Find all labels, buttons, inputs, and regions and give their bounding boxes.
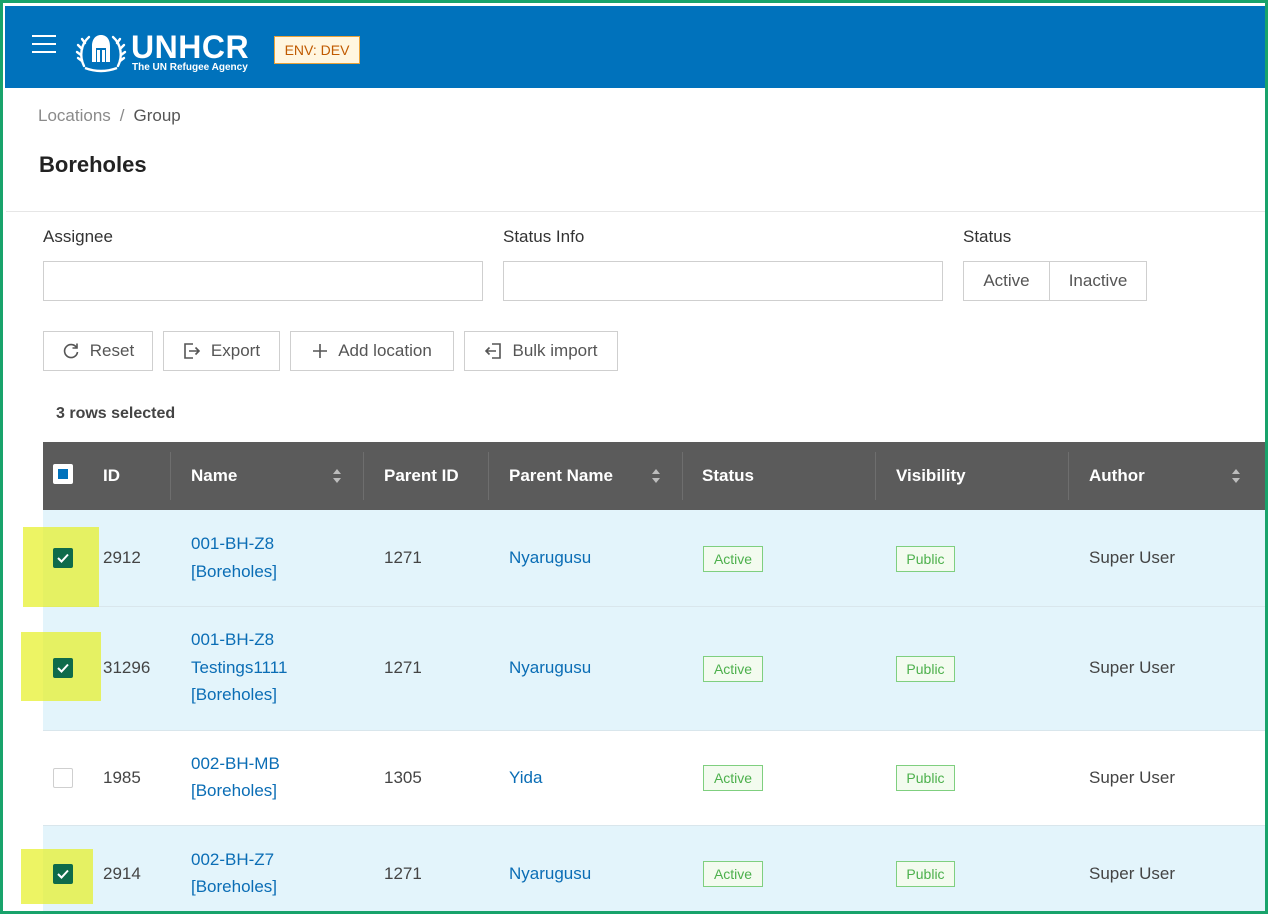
column-divider bbox=[875, 452, 876, 500]
cell-id: 1985 bbox=[103, 768, 141, 787]
select-all-checkbox[interactable] bbox=[53, 464, 73, 484]
sort-icon[interactable] bbox=[1231, 468, 1241, 484]
row-checkbox[interactable] bbox=[53, 658, 73, 678]
cell-name-line[interactable]: 001-BH-Z8 bbox=[191, 626, 274, 653]
cell-id: 2914 bbox=[103, 864, 141, 883]
row-checkbox[interactable] bbox=[53, 768, 73, 788]
column-divider bbox=[682, 452, 683, 500]
row-checkbox[interactable] bbox=[53, 864, 73, 884]
status-badge: Active bbox=[703, 656, 763, 682]
column-header-name[interactable]: Name bbox=[191, 442, 237, 510]
cell-parent-name[interactable]: Nyarugusu bbox=[509, 544, 591, 571]
status-info-input[interactable] bbox=[503, 261, 943, 301]
bulk-import-button[interactable]: Bulk import bbox=[464, 331, 618, 371]
cell-name-line[interactable]: [Boreholes] bbox=[191, 873, 277, 900]
reset-button[interactable]: Reset bbox=[43, 331, 153, 371]
column-header-id[interactable]: ID bbox=[103, 442, 120, 510]
export-button[interactable]: Export bbox=[163, 331, 280, 371]
unhcr-emblem-icon bbox=[75, 35, 127, 73]
add-location-button-label: Add location bbox=[338, 341, 432, 360]
breadcrumb: Locations / Group bbox=[38, 106, 181, 126]
cell-parent-id: 1271 bbox=[384, 864, 422, 883]
status-badge: Active bbox=[703, 861, 763, 887]
selection-summary: 3 rows selected bbox=[56, 405, 176, 422]
sort-icon[interactable] bbox=[332, 468, 342, 484]
assignee-label: Assignee bbox=[43, 227, 113, 246]
column-divider bbox=[363, 452, 364, 500]
add-location-button[interactable]: Add location bbox=[290, 331, 454, 371]
column-header-status[interactable]: Status bbox=[702, 442, 754, 510]
cell-parent-id: 1271 bbox=[384, 548, 422, 567]
export-icon bbox=[184, 343, 201, 359]
checkmark-icon bbox=[57, 663, 69, 673]
brand-tagline: The UN Refugee Agency bbox=[132, 62, 248, 73]
cell-author: Super User bbox=[1089, 658, 1175, 677]
breadcrumb-current: Group bbox=[133, 106, 181, 125]
bulk-import-button-label: Bulk import bbox=[512, 341, 598, 360]
page-title: Boreholes bbox=[39, 152, 147, 177]
status-info-label: Status Info bbox=[503, 227, 585, 246]
cell-author: Super User bbox=[1089, 864, 1175, 883]
column-header-parent-id[interactable]: Parent ID bbox=[384, 442, 459, 510]
column-header-author[interactable]: Author bbox=[1089, 442, 1145, 510]
checkmark-icon bbox=[57, 553, 69, 563]
visibility-badge: Public bbox=[896, 656, 955, 682]
cell-name-line[interactable]: 001-BH-Z8 bbox=[191, 530, 274, 557]
cell-name-line[interactable]: Testings1111 bbox=[191, 654, 287, 681]
column-header-visibility[interactable]: Visibility bbox=[896, 442, 966, 510]
header-divider bbox=[6, 211, 1265, 212]
column-divider bbox=[170, 452, 171, 500]
breadcrumb-separator: / bbox=[119, 106, 125, 125]
reset-icon bbox=[63, 343, 79, 359]
visibility-badge: Public bbox=[896, 546, 955, 572]
row-checkbox[interactable] bbox=[53, 548, 73, 568]
cell-parent-id: 1305 bbox=[384, 768, 422, 787]
checkmark-icon bbox=[57, 869, 69, 879]
unhcr-logo[interactable]: UNHCR The UN Refugee Agency bbox=[75, 28, 265, 78]
column-header-parent-name[interactable]: Parent Name bbox=[509, 442, 613, 510]
cell-parent-id: 1271 bbox=[384, 658, 422, 677]
top-navigation-bar: UNHCR The UN Refugee Agency ENV: DEV bbox=[5, 6, 1265, 88]
table-header: ID Name Parent ID Parent Name Status Vis… bbox=[43, 442, 1265, 510]
export-button-label: Export bbox=[210, 341, 261, 360]
import-icon bbox=[485, 343, 502, 359]
visibility-badge: Public bbox=[896, 765, 955, 791]
cell-name-line[interactable]: 002-BH-MB bbox=[191, 750, 280, 777]
plus-icon bbox=[313, 344, 328, 358]
cell-name-line[interactable]: [Boreholes] bbox=[191, 777, 277, 804]
status-inactive-toggle[interactable]: Inactive bbox=[1049, 261, 1147, 301]
cell-author: Super User bbox=[1089, 548, 1175, 567]
menu-icon[interactable] bbox=[32, 35, 56, 55]
cell-parent-name[interactable]: Yida bbox=[509, 764, 542, 791]
cell-name-line[interactable]: 002-BH-Z7 bbox=[191, 846, 274, 873]
sort-icon[interactable] bbox=[651, 468, 661, 484]
breadcrumb-locations-link[interactable]: Locations bbox=[38, 106, 111, 125]
status-label: Status bbox=[963, 227, 1012, 246]
cell-parent-name[interactable]: Nyarugusu bbox=[509, 860, 591, 887]
visibility-badge: Public bbox=[896, 861, 955, 887]
app-window: UNHCR The UN Refugee Agency ENV: DEV Loc… bbox=[0, 0, 1268, 914]
assignee-input[interactable] bbox=[43, 261, 483, 301]
status-badge: Active bbox=[703, 765, 763, 791]
environment-badge: ENV: DEV bbox=[274, 36, 360, 64]
status-active-toggle[interactable]: Active bbox=[963, 261, 1050, 301]
column-divider bbox=[1068, 452, 1069, 500]
cell-id: 31296 bbox=[103, 658, 151, 677]
cell-parent-name[interactable]: Nyarugusu bbox=[509, 654, 591, 681]
status-badge: Active bbox=[703, 546, 763, 572]
column-divider bbox=[488, 452, 489, 500]
reset-button-label: Reset bbox=[89, 341, 135, 360]
cell-author: Super User bbox=[1089, 768, 1175, 787]
cell-name-line[interactable]: [Boreholes] bbox=[191, 558, 277, 585]
brand-name: UNHCR bbox=[131, 29, 250, 65]
cell-name-line[interactable]: [Boreholes] bbox=[191, 681, 277, 708]
cell-id: 2912 bbox=[103, 548, 141, 567]
